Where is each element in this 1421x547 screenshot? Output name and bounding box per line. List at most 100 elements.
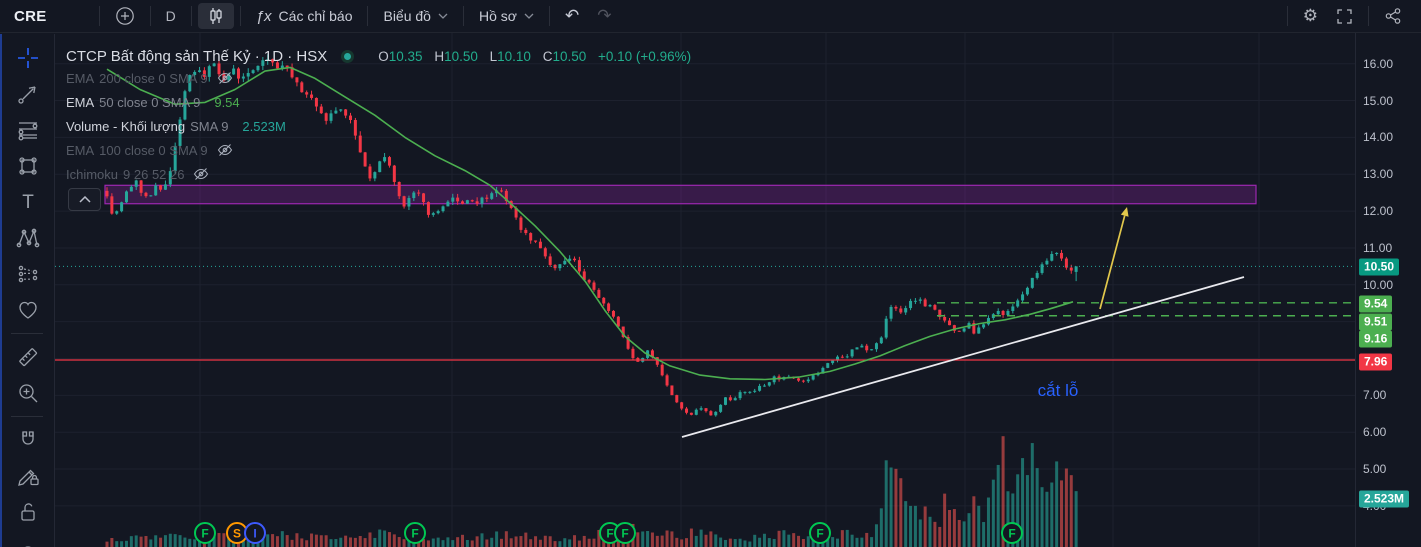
stop-loss-note[interactable]: cắt lỗ [1038,381,1079,400]
indicator-params: 200 close 0 SMA 9 [99,70,208,86]
supply-zone-rectangle[interactable] [104,184,1257,205]
arrow-head [1120,207,1129,217]
toolbar-separator [548,6,550,26]
ruler-icon [18,348,37,367]
ruler-tool[interactable] [0,339,54,375]
undo-button[interactable]: ↶ [556,3,588,29]
toolbar-separator [190,6,192,26]
event-marker-F[interactable]: F [614,522,636,544]
symbol-legend-row[interactable]: CTCP Bất động sản Thế Kỷ · 1D · HSX O10.… [66,46,691,66]
fullscreen-button[interactable] [1327,3,1362,29]
partial-bottom-tool[interactable] [0,530,54,547]
indicator-name: EMA [66,70,95,86]
price-tick-label: 16.00 [1363,56,1394,71]
price-badge: 7.96 [1359,353,1393,371]
svg-text:F: F [621,527,628,541]
indicator-name: Ichimoku [66,166,119,182]
event-marker-F[interactable]: F [194,522,216,544]
indicators-button[interactable]: ƒx Các chỉ báo [247,3,362,29]
drawing-mode-icon [17,469,39,486]
top-toolbar: CRE D ƒx Các chỉ báo Biểu đồ Hồ sơ ↶ ↷ ⚙ [0,0,1421,33]
symbol-button[interactable]: CRE [10,8,47,25]
profile-menu-button[interactable]: Hồ sơ [470,3,543,29]
toolbar-divider [11,416,43,417]
indicator-name: EMA [66,142,95,158]
pattern-tool[interactable] [0,148,54,184]
indicator-params: 100 close 0 SMA 9 [99,142,208,158]
event-markers: FSIFFFFF [194,522,1023,544]
event-marker-F[interactable]: F [809,522,831,544]
crosshair-tool[interactable] [0,40,54,76]
price-tick-label: 7.00 [1363,388,1387,403]
indicator-params: 50 close 0 SMA 9 [99,94,201,110]
share-icon [1385,8,1401,24]
toolbar-separator [149,6,151,26]
chart-type-button[interactable] [197,3,234,29]
share-button[interactable] [1375,3,1411,29]
partial-bottom-icon [24,546,31,547]
xabcd-pattern-tool[interactable] [0,220,54,256]
svg-text:F: F [816,527,823,541]
fib-retracement-tool[interactable] [0,112,54,148]
emoji-heart-tool[interactable] [0,292,54,328]
toolbar-right-group: ⚙ [1281,3,1411,29]
price-axis[interactable]: 16.00 15.00 14.00 13.00 12.00 11.00 10.00 7.00 6… [1355,33,1421,547]
svg-text:F: F [1008,527,1015,541]
redo-button[interactable]: ↷ [588,3,620,29]
chart-menu-button[interactable]: Biểu đồ [374,3,456,29]
change-value: +0.10 (+0.96%) [598,48,692,64]
target-arrow-drawing[interactable] [1099,215,1126,310]
zoom-in-tool[interactable] [0,375,54,411]
interval-button[interactable]: D [157,3,185,29]
indicator-name: EMA [66,94,95,110]
settings-button[interactable]: ⚙ [1294,3,1327,29]
price-badge: 9.16 [1359,330,1393,348]
event-marker-F[interactable]: F [404,522,426,544]
indicators-label: Các chỉ báo [278,8,353,24]
price-tick-label: 15.00 [1363,93,1394,108]
svg-text:F: F [201,527,208,541]
pattern-icon [18,157,37,175]
indicator-legend-row[interactable]: Ichimoku 9 26 52 26 [66,162,691,186]
toolbar-separator [1286,6,1288,26]
window-edge-accent [0,34,2,547]
legend-collapse-button[interactable] [68,188,101,211]
trend-line-tool[interactable] [0,76,54,112]
chart-legend: CTCP Bất động sản Thế Kỷ · 1D · HSX O10.… [66,46,691,186]
forecast-tool[interactable] [0,256,54,292]
fib-retracement-icon [18,122,37,141]
indicator-legend-row[interactable]: EMA 200 close 0 SMA 9 [66,66,691,90]
eye-off-icon [217,72,232,84]
indicator-params: SMA 9 [190,118,229,134]
event-marker-I[interactable]: I [244,522,266,544]
indicator-legend-row[interactable]: EMA 100 close 0 SMA 9 [66,138,691,162]
trend-line-icon [17,86,36,104]
tradingview-window: CRE D ƒx Các chỉ báo Biểu đồ Hồ sơ ↶ ↷ ⚙… [0,0,1421,547]
price-tick-label: 13.00 [1363,167,1394,182]
event-marker-F[interactable]: F [1001,522,1023,544]
chevron-down-icon [524,13,534,19]
svg-text:F: F [411,527,418,541]
toolbar-separator [462,6,464,26]
price-tick-label: 12.00 [1363,204,1394,219]
indicator-legend-row[interactable]: EMA 50 close 0 SMA 9 9.54 [66,90,691,114]
trend-line-drawing[interactable] [681,276,1245,438]
gear-icon: ⚙ [1302,6,1318,25]
plus-circle-icon [115,7,134,25]
fullscreen-icon [1337,8,1352,24]
compare-add-button[interactable] [106,3,144,29]
lock-drawings-tool[interactable] [0,494,54,530]
price-badge: 9.54 [1359,295,1393,313]
eye-off-icon [194,168,209,180]
eye-off-icon [217,144,232,156]
indicator-legend-row[interactable]: Volume - Khối lượng SMA 9 2.523M [66,114,691,138]
svg-text:F: F [606,527,613,541]
magnet-tool[interactable] [0,422,54,458]
svg-text:S: S [233,527,241,541]
drawing-mode-tool[interactable] [0,458,54,494]
text-tool[interactable]: T [0,184,54,220]
symbol-title: CTCP Bất động sản Thế Kỷ · 1D · HSX [66,47,328,65]
price-tick-label: 14.00 [1363,130,1394,145]
svg-text:T: T [22,192,34,213]
toolbar-separator [1368,6,1369,26]
